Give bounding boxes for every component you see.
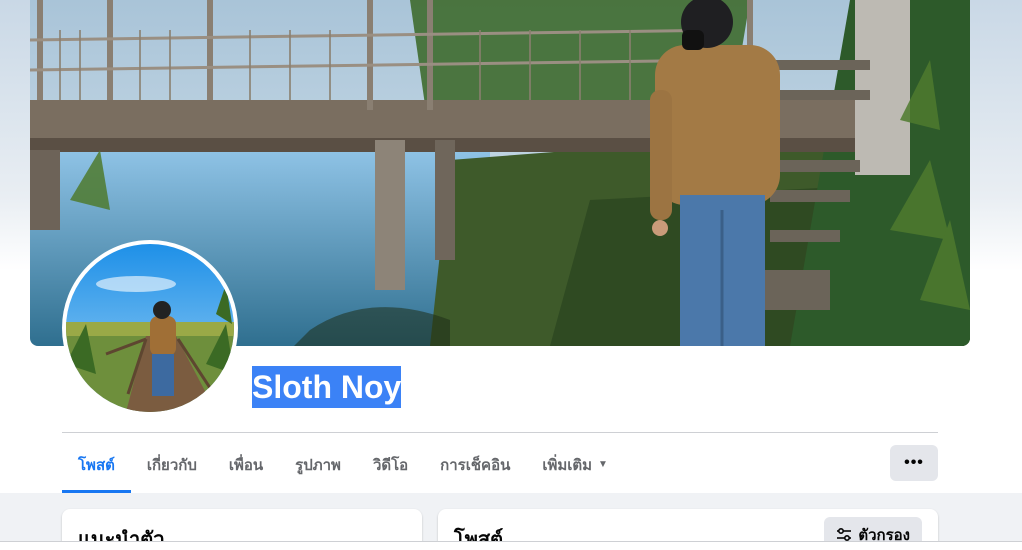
profile-tabs: โพสต์ เกี่ยวกับ เพื่อน รูปภาพ วิดีโอ การ… xyxy=(62,436,624,493)
tab-videos[interactable]: วิดีโอ xyxy=(357,436,424,493)
tab-photos-label: รูปภาพ xyxy=(295,456,341,474)
more-icon: ••• xyxy=(904,454,924,471)
tab-friends[interactable]: เพื่อน xyxy=(213,436,279,493)
tab-checkins[interactable]: การเช็คอิน xyxy=(424,436,526,493)
tab-more-label: เพิ่มเติม xyxy=(542,456,593,474)
tab-checkins-label: การเช็คอิน xyxy=(440,456,511,474)
tab-about[interactable]: เกี่ยวกับ xyxy=(131,436,213,493)
tab-friends-label: เพื่อน xyxy=(228,456,264,474)
tab-more[interactable]: เพิ่มเติม ▼ xyxy=(526,436,624,493)
profile-name: Sloth Noy xyxy=(252,366,402,408)
tab-posts[interactable]: โพสต์ xyxy=(62,436,131,493)
tab-posts-label: โพสต์ xyxy=(78,456,115,474)
profile-avatar[interactable] xyxy=(62,240,238,416)
more-options-button[interactable]: ••• xyxy=(890,445,938,481)
tab-videos-label: วิดีโอ xyxy=(372,456,409,474)
bottom-edge xyxy=(0,541,1022,550)
tab-about-label: เกี่ยวกับ xyxy=(146,456,197,474)
tab-photos[interactable]: รูปภาพ xyxy=(279,436,357,493)
tabs-divider xyxy=(62,432,938,433)
caret-down-icon: ▼ xyxy=(598,459,608,470)
